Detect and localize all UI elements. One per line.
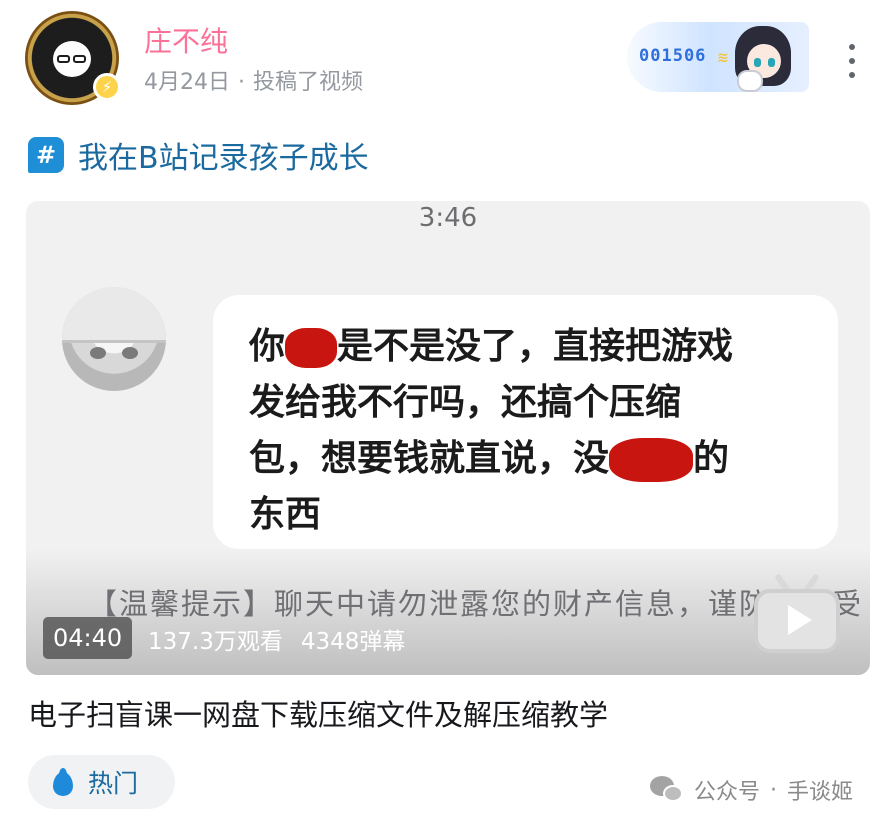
- meta-separator: ·: [238, 70, 245, 95]
- screenshot-time: 3:46: [418, 203, 478, 233]
- lightning-badge-icon: ⚡: [93, 73, 121, 101]
- view-count: 137.3万观看: [148, 629, 283, 655]
- flame-icon: [52, 768, 74, 796]
- fan-badge-number: 001506: [639, 46, 707, 66]
- hot-tag[interactable]: 热门: [28, 755, 175, 809]
- wechat-icon: [650, 776, 684, 804]
- topic-label: 我在B站记录孩子成长: [78, 141, 369, 176]
- chat-line: 发给我不行吗，还搞个压缩: [249, 382, 682, 423]
- chat-avatar-hair: [62, 287, 166, 343]
- post-meta: 4月24日 · 投稿了视频: [144, 64, 363, 96]
- video-title[interactable]: 电子扫盲课一网盘下载压缩文件及解压缩教学: [28, 692, 608, 734]
- chat-line: 包，想要钱就直说，没的: [249, 431, 804, 487]
- chat-line: 你是不是没了，直接把游戏: [249, 326, 734, 368]
- hashtag-icon: #: [28, 137, 64, 173]
- post-action: 投稿了视频: [253, 70, 364, 95]
- video-duration: 04:40: [43, 617, 133, 659]
- more-options-icon[interactable]: [840, 44, 864, 78]
- video-thumbnail[interactable]: 3:46 你是不是没了，直接把游戏 发给我不行吗，还搞个压缩 包，想要钱就直说，…: [26, 201, 870, 675]
- chat-avatar-eye-right: [122, 347, 138, 359]
- hot-tag-label: 热门: [88, 769, 139, 798]
- user-avatar[interactable]: ⚡: [25, 11, 121, 105]
- chat-line: 东西: [249, 494, 322, 535]
- chat-avatar-eye-left: [90, 347, 106, 359]
- username[interactable]: 庄不纯: [144, 20, 228, 60]
- character-eye-left: [754, 58, 761, 67]
- watermark-source: 公众号: [694, 780, 761, 805]
- character-hand: [737, 70, 763, 92]
- watermark: 公众号 · 手谈姬: [650, 774, 853, 806]
- glasses-right: [73, 55, 86, 63]
- glasses-left: [57, 55, 70, 63]
- danmaku-count: 4348弹幕: [300, 629, 406, 655]
- video-stats: 137.3万观看 4348弹幕: [148, 622, 405, 656]
- chat-avatar: [62, 287, 166, 391]
- chat-bubble: 你是不是没了，直接把游戏 发给我不行吗，还搞个压缩 包，想要钱就直说，没的 东西: [213, 295, 838, 549]
- redaction-mark: [285, 328, 338, 368]
- topic-link[interactable]: # 我在B站记录孩子成长: [28, 133, 369, 177]
- redaction-mark: [609, 438, 694, 482]
- fan-badge-character: [727, 26, 797, 92]
- watermark-separator: ·: [770, 777, 778, 803]
- post-date: 4月24日: [144, 70, 230, 95]
- fan-badge[interactable]: 001506 ≋: [627, 22, 809, 92]
- avatar-face: [53, 41, 91, 77]
- bilibili-play-icon[interactable]: [754, 573, 840, 653]
- watermark-account: 手谈姬: [787, 780, 854, 805]
- warning-tip: 【温馨提示】聊天中请勿泄露您的财产信息，谨防上当受: [88, 587, 864, 621]
- character-eye-right: [768, 58, 775, 67]
